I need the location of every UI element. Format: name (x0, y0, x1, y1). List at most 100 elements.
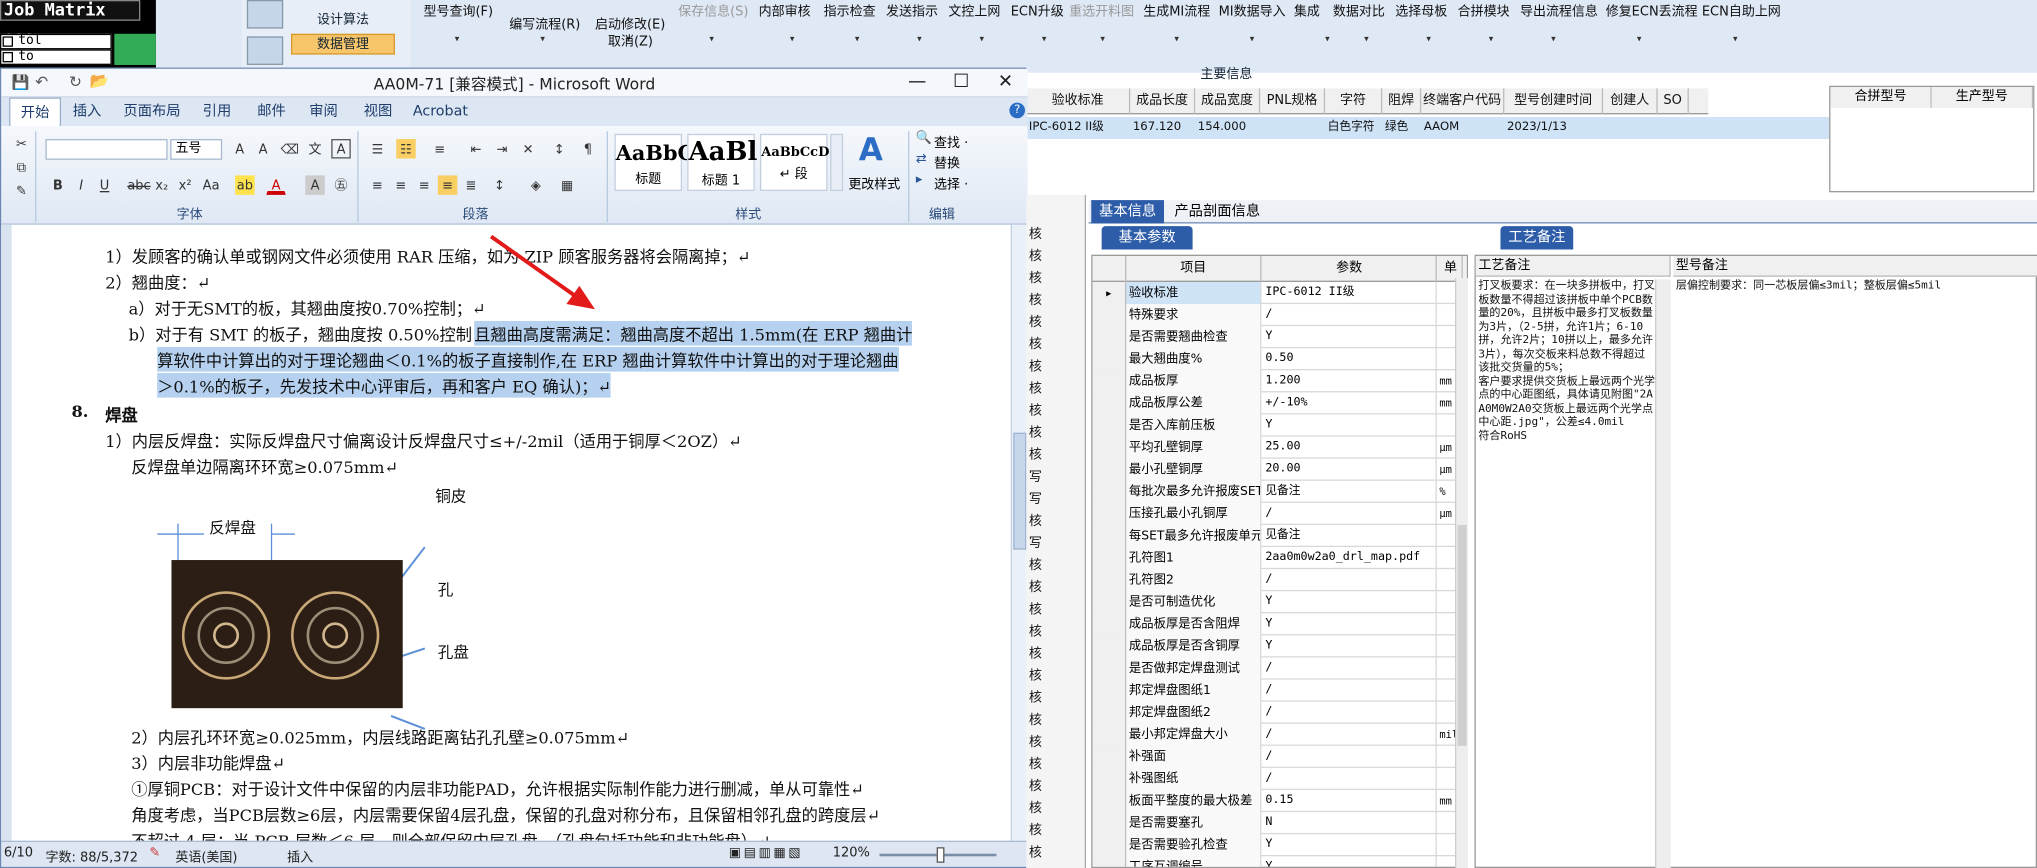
menu-item[interactable]: 修复ECN丢流程 (1606, 0, 1698, 19)
tab-view[interactable]: 视图 (355, 97, 402, 126)
chevron-down-icon[interactable]: ▾ (1551, 34, 1556, 44)
param-value[interactable]: Y (1263, 591, 1437, 614)
spelling-icon[interactable]: ✎ (149, 846, 160, 860)
style-title[interactable]: AaBbC 标题 (614, 133, 694, 192)
scroll-thumb[interactable] (1013, 432, 1027, 550)
highlight-icon[interactable]: ab (235, 175, 255, 195)
tab-home[interactable]: 开始 (9, 97, 62, 127)
fac-icon[interactable] (246, 0, 284, 29)
shading-icon[interactable]: ◈ (526, 175, 545, 194)
maximize-button[interactable]: ☐ (939, 69, 983, 95)
chevron-down-icon[interactable]: ▾ (1325, 34, 1330, 44)
language[interactable]: 英语(美国) (175, 846, 237, 865)
param-value[interactable]: 20.00 (1263, 458, 1437, 481)
font-name-select[interactable] (45, 139, 168, 160)
minimize-button[interactable]: — (895, 69, 939, 95)
chevron-down-icon[interactable]: ▾ (1174, 34, 1179, 44)
chevron-down-icon[interactable]: ▾ (455, 34, 460, 44)
chevron-down-icon[interactable]: ▾ (1426, 34, 1431, 44)
tab-mailings[interactable]: 邮件 (248, 97, 295, 126)
menu-item[interactable]: ECN升级 (1011, 0, 1064, 19)
chevron-down-icon[interactable]: ▾ (1637, 34, 1642, 44)
process-notes-scrollbar[interactable] (1655, 279, 1671, 868)
char-border-icon[interactable]: A (331, 139, 351, 159)
chevron-down-icon[interactable]: ▾ (855, 34, 860, 44)
process-notes-text[interactable]: 打叉板要求：在一块多拼板中，打叉板数量不得超过该拼板中单个PCB数量的20%，且… (1478, 279, 1655, 443)
superscript-icon[interactable]: x² (175, 175, 194, 194)
param-row[interactable]: 工序互调编号 Y (1092, 856, 1467, 867)
menu-item[interactable]: 生成MI流程 (1143, 0, 1210, 19)
align-left-icon[interactable]: ≡ (368, 175, 387, 194)
param-value[interactable]: / (1263, 657, 1437, 680)
chevron-down-icon[interactable]: ▾ (790, 34, 795, 44)
chevron-down-icon[interactable]: ▾ (1489, 34, 1494, 44)
param-value[interactable]: 见备注 (1263, 480, 1437, 503)
multilevel-list-icon[interactable]: ≡ (430, 139, 449, 158)
param-value[interactable]: / (1263, 569, 1437, 592)
param-row[interactable]: ▸ 验收标准 IPC-6012 II级 (1092, 281, 1467, 305)
select-icon[interactable]: ▸ (916, 173, 923, 187)
param-row[interactable]: 是否需要塞孔 N (1092, 812, 1467, 835)
tab-acrobat[interactable]: Acrobat (407, 97, 475, 126)
grid-header-cell[interactable]: 阻焊 (1382, 88, 1422, 115)
word-window[interactable]: 💾 ↶ ↻ 📂 AA0M-71 [兼容模式] - Microsoft Word … (0, 67, 1028, 868)
char-shading-icon[interactable]: A (305, 175, 325, 195)
numbering-icon[interactable]: ☷ (396, 139, 416, 159)
font-size-select[interactable]: 五号 (170, 139, 223, 160)
tab-basic-info[interactable]: 基本信息 (1091, 200, 1165, 224)
tab-insert[interactable]: 插入 (64, 97, 111, 126)
param-row[interactable]: 最大翘曲度% 0.50 (1092, 348, 1467, 371)
tab-basic-params[interactable]: 基本参数 (1101, 226, 1193, 250)
nav-item-design-algorithm[interactable]: 设计算法 (291, 10, 395, 31)
param-value[interactable]: IPC-6012 II级 (1263, 281, 1437, 305)
tab-process-notes[interactable]: 工艺备注 (1500, 226, 1574, 250)
grid-header-cell[interactable]: SO (1658, 88, 1689, 115)
param-row[interactable]: 是否做邦定焊盘测试 / (1092, 657, 1467, 680)
chevron-down-icon[interactable]: ▾ (917, 34, 922, 44)
underline-icon[interactable]: U (95, 175, 114, 194)
menu-item[interactable]: 内部审核 (759, 0, 811, 19)
model-notes-text[interactable]: 层偏控制要求：同一芯板层偏≤3mil；整板层偏≤5mil (1676, 279, 2035, 293)
change-styles-icon[interactable]: A (859, 131, 883, 167)
param-value[interactable]: / (1263, 745, 1437, 768)
param-row[interactable]: 是否入库前压板 Y (1092, 414, 1467, 437)
style-heading-1[interactable]: AaBl 标题 1 (687, 133, 757, 192)
insert-mode[interactable]: 插入 (287, 846, 313, 865)
chevron-down-icon[interactable]: ▾ (1364, 34, 1369, 44)
param-value[interactable]: / (1263, 723, 1437, 746)
italic-icon[interactable]: I (71, 175, 90, 194)
grid-header-cell[interactable]: 创建人 (1603, 88, 1658, 115)
param-value[interactable]: Y (1263, 326, 1437, 349)
param-row[interactable]: 邦定焊盘图纸2/ (1092, 701, 1467, 724)
chevron-down-icon[interactable]: ▾ (1042, 34, 1047, 44)
chevron-down-icon[interactable]: ▾ (980, 34, 985, 44)
menu-item[interactable]: 集成 (1294, 0, 1320, 19)
param-row[interactable]: 板面平整度的最大极差 0.15 mm (1092, 790, 1467, 813)
view-buttons[interactable]: ▣▤▥▦▧ (729, 846, 803, 860)
param-value[interactable]: 见备注 (1263, 524, 1437, 548)
chevron-down-icon[interactable]: ▾ (1250, 34, 1255, 44)
grid-header-cell[interactable]: 成品长度 (1130, 88, 1196, 115)
menu-item[interactable]: 发送指示 (886, 0, 938, 19)
param-value[interactable]: / (1263, 502, 1437, 525)
param-row[interactable]: 每批次最多允许报废SET 见备注% (1092, 480, 1467, 503)
param-row[interactable]: 成品板厚是否含阻焊 Y (1092, 613, 1467, 636)
align-center-icon[interactable]: ≡ (391, 175, 410, 194)
menu-item[interactable]: 数据对比 (1333, 0, 1385, 19)
chevron-down-icon[interactable]: ▾ (540, 34, 545, 44)
grid-header-cell[interactable]: 成品宽度 (1195, 88, 1261, 115)
param-value[interactable]: / (1263, 679, 1437, 702)
replace-button[interactable]: 替换 (934, 152, 960, 171)
chinese-layout-icon[interactable]: ✕ (518, 139, 537, 158)
menu-item[interactable]: 编写流程(R) (509, 13, 580, 32)
zoom-thumb[interactable] (936, 847, 945, 863)
grid-header-cell[interactable]: 字符 (1325, 88, 1383, 115)
change-styles-label[interactable]: 更改样式 (846, 173, 903, 192)
params-scrollbar[interactable] (1455, 278, 1468, 868)
page-indicator[interactable]: 6/10 (4, 846, 33, 860)
menu-item[interactable]: ECN自助上网 (1702, 0, 1781, 19)
style-gallery-scroll[interactable] (830, 133, 844, 192)
clear-format-icon[interactable]: ⌫ (279, 139, 299, 158)
phonetic-guide-icon[interactable]: 文 (305, 139, 324, 158)
param-value[interactable]: Y (1263, 856, 1437, 867)
